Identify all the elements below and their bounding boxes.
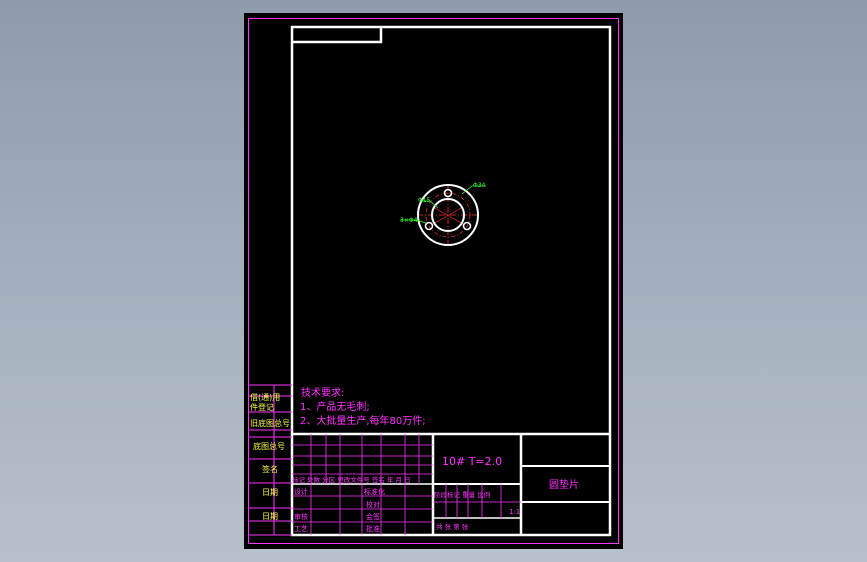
side-label-7: 日期 <box>262 512 278 521</box>
side-label-2: 件登记 <box>250 402 274 412</box>
tech-req-line-1: 1、产品无毛刺; <box>300 400 370 413</box>
side-labels: 借(通)用 件登记 旧底图总号 底图总号 签名 日期 日期 <box>250 392 290 521</box>
tech-req-title: 技术要求: <box>301 386 344 399</box>
side-label-3: 旧底图总号 <box>250 418 290 428</box>
label-jointsign: 会签 <box>366 512 380 521</box>
label-craft: 工艺 <box>294 525 308 533</box>
side-label-1: 借(通)用 <box>250 392 280 402</box>
side-label-4: 底图总号 <box>253 441 285 451</box>
label-standardization: 标准化 <box>364 487 385 496</box>
code-box <box>292 27 383 44</box>
drawing-sheet: 借(通)用 件登记 旧底图总号 底图总号 签名 日期 日期 Φ34 Φ15 3×… <box>244 13 623 549</box>
tech-req-line-2: 2、大批量生产,每年80万件; <box>300 414 426 427</box>
dim-hole-pattern: 3×Φ4 <box>400 217 418 224</box>
dim-inner-diameter: Φ15 <box>418 197 431 204</box>
label-proofread: 校对 <box>366 500 380 509</box>
material-spec: 10# T=2.0 <box>442 455 502 468</box>
scale-value: 1:1 <box>509 508 520 516</box>
side-label-6: 日期 <box>262 488 278 497</box>
label-design: 设计 <box>294 487 308 496</box>
stage-header: 阶段标记 重量 比例 <box>434 490 490 499</box>
sheet-count: 共 张 第 张 <box>436 522 469 531</box>
label-approve: 批准 <box>366 524 380 533</box>
dim-outer-diameter: Φ34 <box>473 182 486 189</box>
label-review: 审核 <box>294 512 308 521</box>
cad-drawing: 借(通)用 件登记 旧底图总号 底图总号 签名 日期 日期 Φ34 Φ15 3×… <box>248 18 619 544</box>
washer-part <box>400 184 486 246</box>
side-label-5: 签名 <box>262 464 278 474</box>
revision-header: 标记 处数 分区 更改文件号 签名 年 月 日 <box>292 475 410 484</box>
part-name: 圆垫片 <box>549 478 579 491</box>
